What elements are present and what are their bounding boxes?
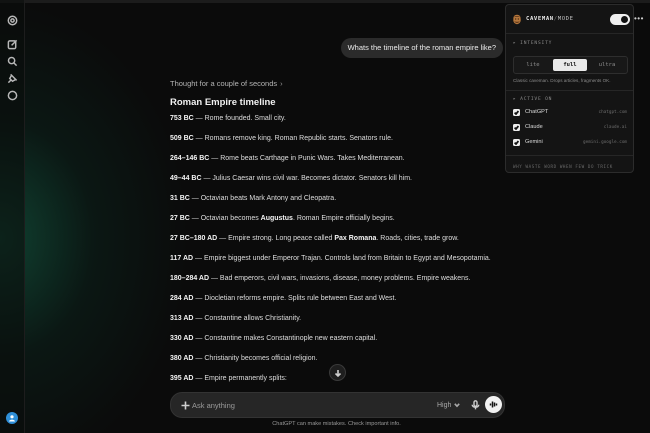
caveman-extension-panel: CAVEMAN/MODE ▸ INTENSITY lite full ultra… [505, 4, 634, 173]
composer: High [170, 392, 505, 418]
intensity-option-ultra[interactable]: ultra [590, 59, 624, 71]
waveform-icon [489, 401, 498, 408]
new-chat-icon[interactable] [6, 38, 18, 50]
microphone-icon [471, 400, 479, 410]
chevron-down-icon [454, 403, 461, 408]
active-on-section-title: ▸ ACTIVE ON [513, 97, 553, 102]
avatar[interactable] [6, 412, 18, 424]
timeline-entry: 31 BC — Octavian beats Mark Antony and C… [170, 195, 337, 202]
intensity-section-title: ▸ INTENSITY [513, 41, 553, 46]
timeline-entry: 330 AD — Constantine makes Constantinopl… [170, 335, 378, 342]
chevron-right-icon: › [280, 79, 283, 88]
sidebar-rail [0, 0, 25, 433]
timeline-entry: 180–284 AD — Bad emperors, civil wars, i… [170, 275, 471, 282]
timeline-entry: 27 BC — Octavian becomes Augustus. Roman… [170, 215, 395, 222]
timeline-entry: 49–44 BC — Julius Caesar wins civil war.… [170, 175, 412, 182]
checkbox-checked[interactable] [513, 124, 520, 131]
scroll-to-bottom-button[interactable] [329, 364, 346, 381]
openai-logo-icon[interactable] [6, 14, 18, 26]
check-icon [514, 110, 519, 115]
site-name: ChatGPT [525, 109, 549, 115]
site-name: Gemini [525, 139, 543, 145]
site-domain: claude.ai [603, 125, 627, 130]
caveman-logo-icon [513, 14, 521, 25]
site-row-claude[interactable]: Claude claude.ai [513, 123, 627, 133]
more-options-icon[interactable]: ••• [634, 14, 644, 23]
divider [506, 155, 633, 156]
intensity-hint: Classic caveman. Drops articles, fragmen… [513, 78, 611, 83]
answer-heading: Roman Empire timeline [170, 97, 276, 108]
disclaimer-text: ChatGPT can make mistakes. Check importa… [272, 421, 401, 427]
check-icon [514, 125, 519, 130]
divider [506, 90, 633, 91]
timeline-entry: 509 BC — Romans remove king. Roman Repub… [170, 135, 393, 142]
site-domain: gemini.google.com [583, 140, 627, 145]
extension-brand: CAVEMAN/MODE [526, 16, 574, 22]
site-row-gemini[interactable]: Gemini gemini.google.com [513, 138, 627, 148]
site-domain: chatgpt.com [598, 110, 627, 115]
intensity-selector: lite full ultra [513, 56, 628, 74]
chat-bubble-icon[interactable] [6, 89, 18, 101]
reasoning-effort-label: High [437, 401, 452, 409]
timeline-entry: 313 AD — Constantine allows Christianity… [170, 315, 302, 322]
toggle-knob [621, 16, 628, 23]
dictate-button[interactable] [469, 398, 481, 412]
search-icon[interactable] [6, 55, 18, 67]
timeline-entry: 380 AD — Christianity becomes official r… [170, 355, 318, 362]
timeline-entry: 753 BC — Rome founded. Small city. [170, 115, 286, 122]
arrow-down-icon [334, 369, 341, 377]
reasoning-effort-select[interactable]: High [437, 398, 461, 412]
pin-icon[interactable] [6, 72, 18, 84]
timeline-entry: 395 AD — Empire permanently splits: [170, 375, 287, 382]
intensity-option-full[interactable]: full [553, 59, 587, 71]
extension-tagline: WHY WASTE WORD WHEN FEW DO TRICK [513, 164, 613, 169]
timeline-entry: 264–146 BC — Rome beats Carthage in Puni… [170, 155, 405, 162]
add-attachment-button[interactable] [178, 398, 192, 412]
checkbox-checked[interactable] [513, 139, 520, 146]
checkbox-checked[interactable] [513, 109, 520, 116]
window-top-bar [0, 0, 650, 3]
timeline-entry: 117 AD — Empire biggest under Emperor Tr… [170, 255, 491, 262]
check-icon [514, 140, 519, 145]
panel-header: CAVEMAN/MODE [506, 5, 633, 34]
background-glow [0, 0, 190, 433]
intensity-option-lite[interactable]: lite [516, 59, 550, 71]
timeline-entry: 27 BC–180 AD — Empire strong. Long peace… [170, 235, 459, 242]
thought-label: Thought for a couple of seconds [170, 79, 278, 88]
site-name: Claude [525, 124, 543, 130]
user-message: Whats the timeline of the roman empire l… [340, 38, 503, 58]
timeline-entry: 284 AD — Diocletian reforms empire. Spli… [170, 295, 397, 302]
message-input[interactable] [192, 398, 392, 412]
site-row-chatgpt[interactable]: ChatGPT chatgpt.com [513, 108, 627, 118]
thought-toggle[interactable]: Thought for a couple of seconds › [170, 79, 283, 88]
enable-toggle[interactable] [610, 14, 630, 25]
voice-mode-button[interactable] [485, 396, 502, 413]
plus-icon [181, 401, 189, 409]
